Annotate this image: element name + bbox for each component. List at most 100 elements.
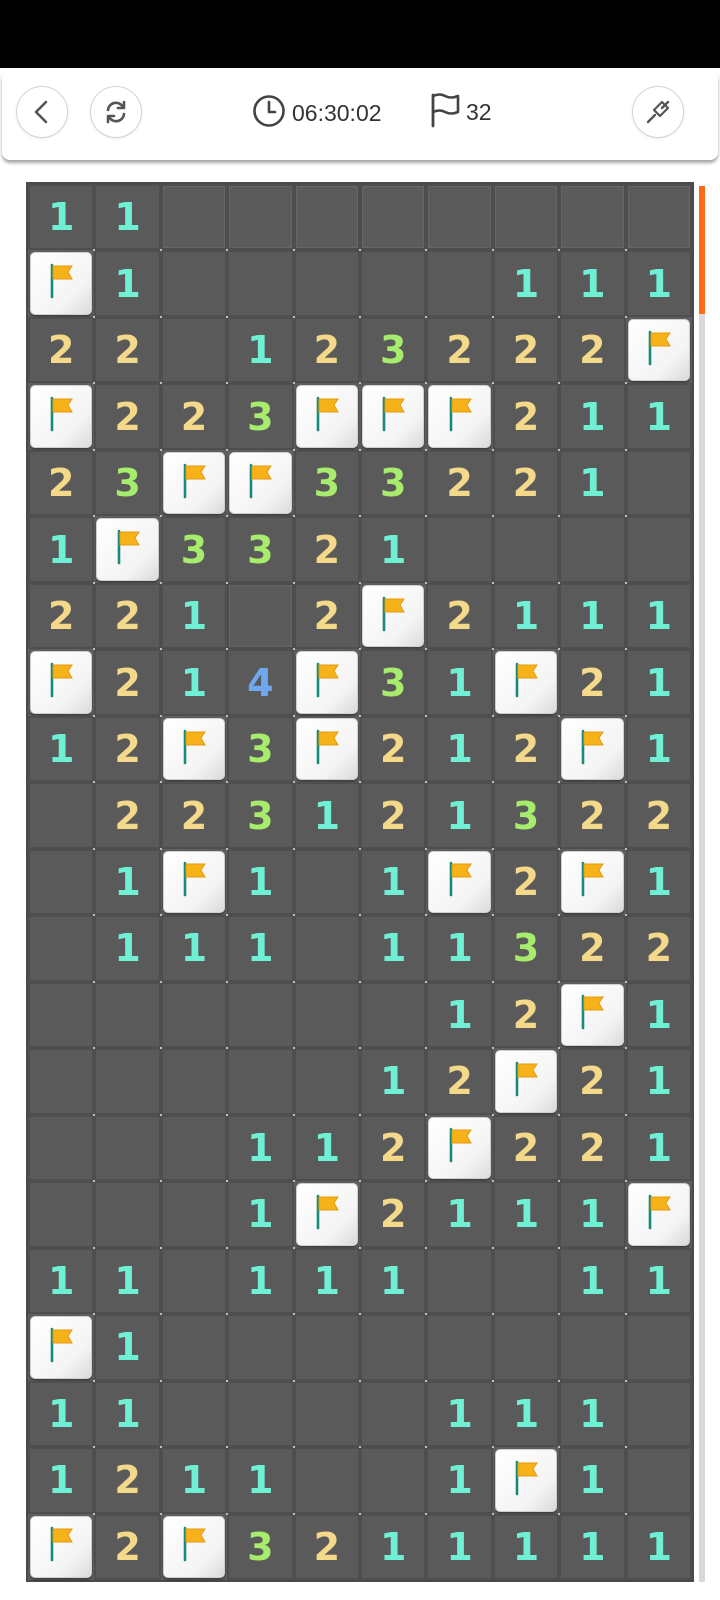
flagged-cell[interactable]	[162, 451, 226, 515]
number-cell[interactable]: 1	[625, 250, 692, 317]
number-cell[interactable]: 3	[492, 915, 560, 982]
number-cell[interactable]: 1	[492, 1380, 560, 1448]
empty-cell[interactable]	[160, 1314, 228, 1381]
empty-cell[interactable]	[625, 1314, 692, 1381]
number-cell[interactable]: 3	[360, 449, 427, 517]
number-cell[interactable]: 1	[625, 1048, 692, 1115]
number-cell[interactable]: 1	[625, 582, 692, 650]
number-cell[interactable]: 1	[426, 915, 493, 982]
number-cell[interactable]: 3	[227, 715, 294, 783]
number-cell[interactable]: 1	[160, 1447, 228, 1514]
flagged-cell[interactable]	[494, 651, 558, 714]
covered-cell[interactable]	[492, 184, 560, 251]
number-cell[interactable]: 1	[559, 1247, 626, 1315]
number-cell[interactable]: 3	[293, 449, 360, 517]
flagged-cell[interactable]	[229, 451, 292, 515]
number-cell[interactable]: 1	[94, 1247, 161, 1315]
number-cell[interactable]: 1	[492, 1181, 560, 1248]
flagged-cell[interactable]	[561, 850, 624, 914]
number-cell[interactable]: 1	[625, 1247, 692, 1315]
flagged-cell[interactable]	[494, 1050, 558, 1113]
number-cell[interactable]: 2	[492, 449, 560, 517]
number-cell[interactable]: 1	[160, 582, 228, 650]
number-cell[interactable]: 2	[559, 649, 626, 716]
number-cell[interactable]: 1	[360, 1513, 427, 1580]
number-cell[interactable]: 1	[28, 516, 95, 583]
number-cell[interactable]: 3	[160, 516, 228, 583]
flagged-cell[interactable]	[362, 385, 425, 448]
number-cell[interactable]: 2	[426, 449, 493, 517]
flagged-cell[interactable]	[295, 717, 358, 781]
empty-cell[interactable]	[492, 1314, 560, 1381]
number-cell[interactable]: 1	[559, 1380, 626, 1448]
flagged-cell[interactable]	[428, 850, 491, 914]
dig-tool-button[interactable]	[632, 86, 684, 138]
number-cell[interactable]: 1	[559, 250, 626, 317]
number-cell[interactable]: 2	[492, 715, 560, 783]
flagged-cell[interactable]	[561, 983, 624, 1047]
empty-cell[interactable]	[227, 1314, 294, 1381]
number-cell[interactable]: 2	[293, 516, 360, 583]
number-cell[interactable]: 2	[28, 316, 95, 384]
number-cell[interactable]: 3	[360, 649, 427, 716]
empty-cell[interactable]	[160, 316, 228, 384]
number-cell[interactable]: 1	[360, 516, 427, 583]
number-cell[interactable]: 1	[94, 1380, 161, 1448]
empty-cell[interactable]	[426, 516, 493, 583]
number-cell[interactable]: 3	[227, 383, 294, 450]
scrollbar-thumb[interactable]	[699, 186, 705, 314]
empty-cell[interactable]	[492, 516, 560, 583]
number-cell[interactable]: 2	[492, 316, 560, 384]
flagged-cell[interactable]	[295, 651, 358, 714]
empty-cell[interactable]	[360, 981, 427, 1049]
number-cell[interactable]: 2	[492, 1114, 560, 1182]
number-cell[interactable]: 1	[28, 184, 95, 251]
number-cell[interactable]: 1	[28, 1247, 95, 1315]
flagged-cell[interactable]	[362, 584, 425, 648]
number-cell[interactable]: 2	[94, 316, 161, 384]
number-cell[interactable]: 2	[559, 1048, 626, 1115]
number-cell[interactable]: 4	[227, 649, 294, 716]
number-cell[interactable]: 1	[426, 1181, 493, 1248]
number-cell[interactable]: 2	[94, 383, 161, 450]
number-cell[interactable]: 2	[360, 1181, 427, 1248]
empty-cell[interactable]	[293, 1048, 360, 1115]
flagged-cell[interactable]	[162, 717, 226, 781]
number-cell[interactable]: 1	[227, 1247, 294, 1315]
number-cell[interactable]: 1	[28, 715, 95, 783]
number-cell[interactable]: 2	[426, 1048, 493, 1115]
empty-cell[interactable]	[227, 1048, 294, 1115]
empty-cell[interactable]	[426, 1247, 493, 1315]
flagged-cell[interactable]	[494, 1449, 558, 1512]
number-cell[interactable]: 1	[94, 250, 161, 317]
number-cell[interactable]: 3	[227, 1513, 294, 1580]
number-cell[interactable]: 1	[559, 383, 626, 450]
covered-cell[interactable]	[293, 184, 360, 251]
empty-cell[interactable]	[293, 981, 360, 1049]
number-cell[interactable]: 1	[360, 1048, 427, 1115]
number-cell[interactable]: 1	[625, 715, 692, 783]
flagged-cell[interactable]	[295, 1183, 358, 1246]
number-cell[interactable]: 3	[492, 782, 560, 849]
number-cell[interactable]: 1	[426, 782, 493, 849]
number-cell[interactable]: 1	[559, 449, 626, 517]
number-cell[interactable]: 2	[94, 1513, 161, 1580]
covered-cell[interactable]	[625, 184, 692, 251]
covered-cell[interactable]	[360, 184, 427, 251]
number-cell[interactable]: 1	[426, 715, 493, 783]
empty-cell[interactable]	[625, 516, 692, 583]
empty-cell[interactable]	[160, 1380, 228, 1448]
number-cell[interactable]: 1	[160, 649, 228, 716]
number-cell[interactable]: 1	[426, 649, 493, 716]
empty-cell[interactable]	[360, 1447, 427, 1514]
number-cell[interactable]: 3	[227, 782, 294, 849]
number-cell[interactable]: 2	[94, 1447, 161, 1514]
empty-cell[interactable]	[293, 1380, 360, 1448]
empty-cell[interactable]	[625, 1447, 692, 1514]
empty-cell[interactable]	[227, 250, 294, 317]
number-cell[interactable]: 1	[492, 250, 560, 317]
number-cell[interactable]: 1	[559, 1447, 626, 1514]
empty-cell[interactable]	[293, 915, 360, 982]
number-cell[interactable]: 1	[625, 649, 692, 716]
flagged-cell[interactable]	[30, 252, 93, 315]
